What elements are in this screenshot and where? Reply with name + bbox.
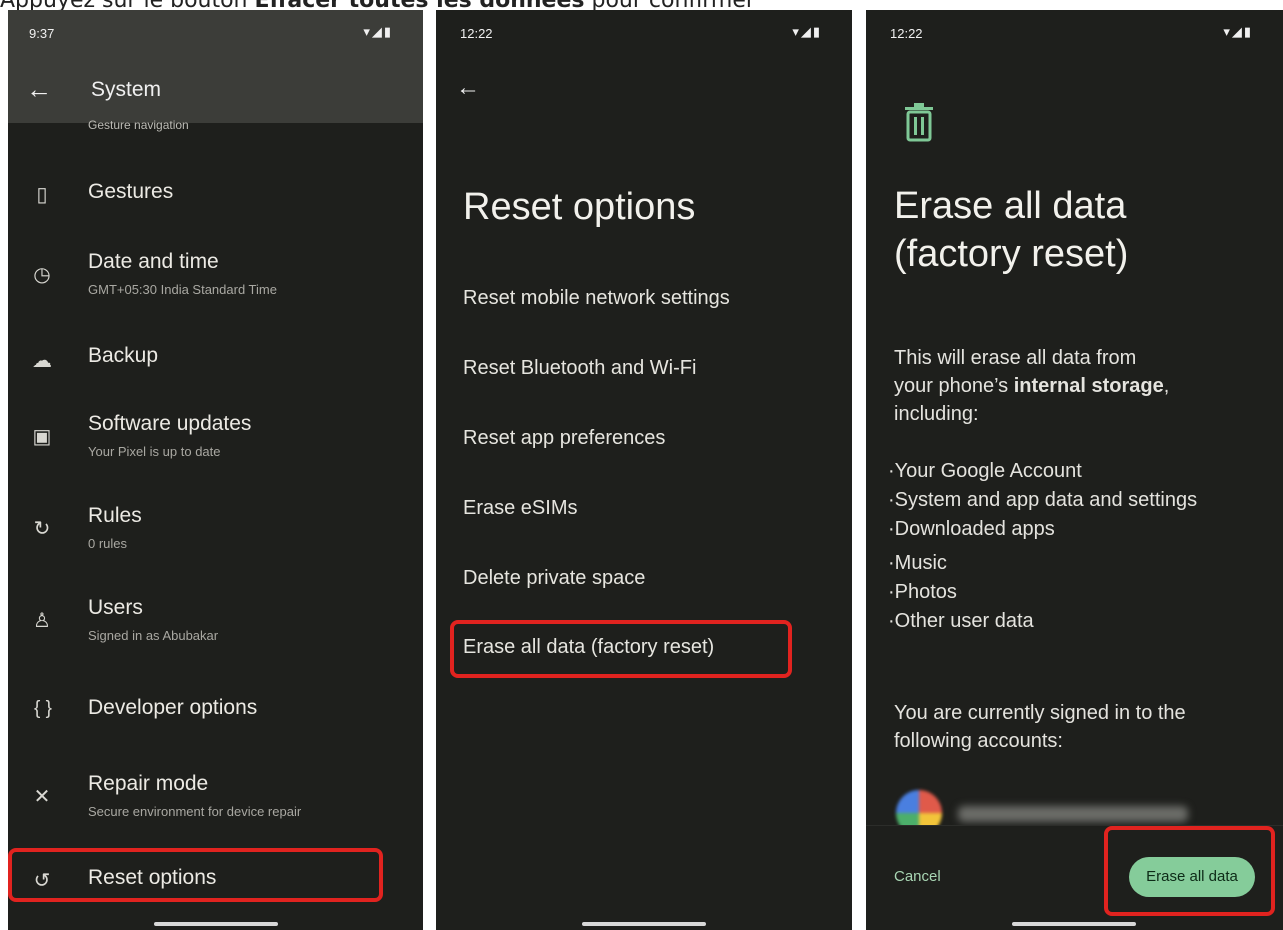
settings-item-backup[interactable]: ☁ Backup xyxy=(8,342,423,382)
settings-item-rules[interactable]: ↻ Rules 0 rules xyxy=(8,504,423,560)
bullet-item: ·System and app data and settings xyxy=(888,489,1198,511)
intro-line-3: including: xyxy=(894,403,979,425)
item-title: Rules xyxy=(88,504,142,527)
intro-suffix: , xyxy=(1163,375,1170,397)
signed-in-line-1: You are currently signed in to the xyxy=(894,702,1186,724)
title-line-1: Erase all data xyxy=(894,185,1127,227)
home-indicator xyxy=(582,922,706,926)
item-title: Gestures xyxy=(88,180,174,203)
rules-icon: ↻ xyxy=(33,518,51,540)
status-time: 12:22 xyxy=(460,26,493,41)
back-arrow-icon[interactable]: ← xyxy=(456,74,480,102)
highlight-box xyxy=(450,620,792,678)
reset-app-preferences-option[interactable]: Reset app preferences xyxy=(463,427,665,450)
instruction-caption: Appuyez sur le bouton Effacer toutes les… xyxy=(0,0,755,13)
home-indicator xyxy=(1012,922,1136,926)
trash-icon xyxy=(905,103,933,142)
erase-esims-option[interactable]: Erase eSIMs xyxy=(463,497,577,520)
item-title: Repair mode xyxy=(88,772,209,795)
partial-list-item: Gesture navigation xyxy=(88,118,189,132)
bullet-item: ·Photos xyxy=(888,581,957,603)
title-line-2: (factory reset) xyxy=(894,233,1129,275)
intro-line-1: This will erase all data from xyxy=(894,347,1137,369)
reset-mobile-network-option[interactable]: Reset mobile network settings xyxy=(463,287,730,310)
intro-line-2: your phone’s internal storage, xyxy=(894,372,1169,400)
signed-in-line-2: following accounts: xyxy=(894,730,1063,752)
item-subtitle: Secure environment for device repair xyxy=(88,804,302,819)
page-title: System xyxy=(91,78,162,101)
highlight-box xyxy=(8,848,383,902)
settings-item-date-time[interactable]: ◷ Date and time GMT+05:30 India Standard… xyxy=(8,250,423,306)
intro-prefix: your phone’s xyxy=(894,375,1014,397)
bullet-item: ·Other user data xyxy=(888,610,1034,632)
cloud-upload-icon: ☁ xyxy=(32,350,52,372)
item-subtitle: Your Pixel is up to date xyxy=(88,444,221,459)
status-bar: 12:22 ▾◢▮ xyxy=(866,10,1283,56)
highlight-box xyxy=(1104,826,1275,916)
system-settings-screen: 9:37 ▾◢▮ ← System Gesture navigation ▯ G… xyxy=(8,10,423,930)
item-subtitle: GMT+05:30 India Standard Time xyxy=(88,282,277,297)
item-subtitle: 0 rules xyxy=(88,536,128,551)
intro-bold: internal storage xyxy=(1013,375,1164,397)
status-icons: ▾◢▮ xyxy=(1223,24,1253,39)
user-icon: ♙ xyxy=(33,610,51,632)
bullet-item: ·Your Google Account xyxy=(888,460,1082,482)
status-time: 9:37 xyxy=(29,26,55,41)
clock-icon: ◷ xyxy=(33,264,51,286)
item-title: Software updates xyxy=(88,412,252,435)
item-title: Developer options xyxy=(88,696,258,719)
settings-item-gestures[interactable]: ▯ Gestures xyxy=(8,176,423,216)
status-icons: ▾◢▮ xyxy=(363,24,393,39)
erase-all-data-screen: 12:22 ▾◢▮ Erase all data (factory reset)… xyxy=(866,10,1283,930)
tools-icon: ✕ xyxy=(33,786,51,808)
item-title: Backup xyxy=(88,344,159,367)
home-indicator xyxy=(154,922,278,926)
reset-options-screen: 12:22 ▾◢▮ ← Reset options Reset mobile n… xyxy=(436,10,852,930)
delete-private-space-option[interactable]: Delete private space xyxy=(463,567,645,590)
signed-in-text: You are currently signed in to the follo… xyxy=(894,699,1186,755)
page-title: Reset options xyxy=(463,186,696,228)
bullet-item: ·Downloaded apps xyxy=(888,518,1055,540)
status-bar: 9:37 ▾◢▮ xyxy=(8,10,423,56)
blurred-account-email xyxy=(958,806,1188,822)
bullet-item: ·Music xyxy=(888,552,947,574)
page-title: Erase all data (factory reset) xyxy=(894,182,1128,278)
cancel-button[interactable]: Cancel xyxy=(894,868,941,885)
settings-item-users[interactable]: ♙ Users Signed in as Abubakar xyxy=(8,596,423,652)
item-title: Date and time xyxy=(88,250,219,273)
status-time: 12:22 xyxy=(890,26,923,41)
reset-bluetooth-wifi-option[interactable]: Reset Bluetooth and Wi-Fi xyxy=(463,357,696,380)
settings-item-software-updates[interactable]: ▣ Software updates Your Pixel is up to d… xyxy=(8,412,423,468)
phone-gesture-icon: ▯ xyxy=(36,184,48,206)
intro-text: This will erase all data from your phone… xyxy=(894,344,1169,428)
back-arrow-icon[interactable]: ← xyxy=(26,74,52,105)
system-update-icon: ▣ xyxy=(32,426,52,448)
braces-icon: { } xyxy=(34,698,52,719)
item-title: Users xyxy=(88,596,143,619)
status-icons: ▾◢▮ xyxy=(792,24,822,39)
item-subtitle: Signed in as Abubakar xyxy=(88,628,219,643)
settings-item-repair-mode[interactable]: ✕ Repair mode Secure environment for dev… xyxy=(8,772,423,828)
settings-item-developer-options[interactable]: { } Developer options xyxy=(8,694,423,734)
status-bar: 12:22 ▾◢▮ xyxy=(436,10,852,56)
